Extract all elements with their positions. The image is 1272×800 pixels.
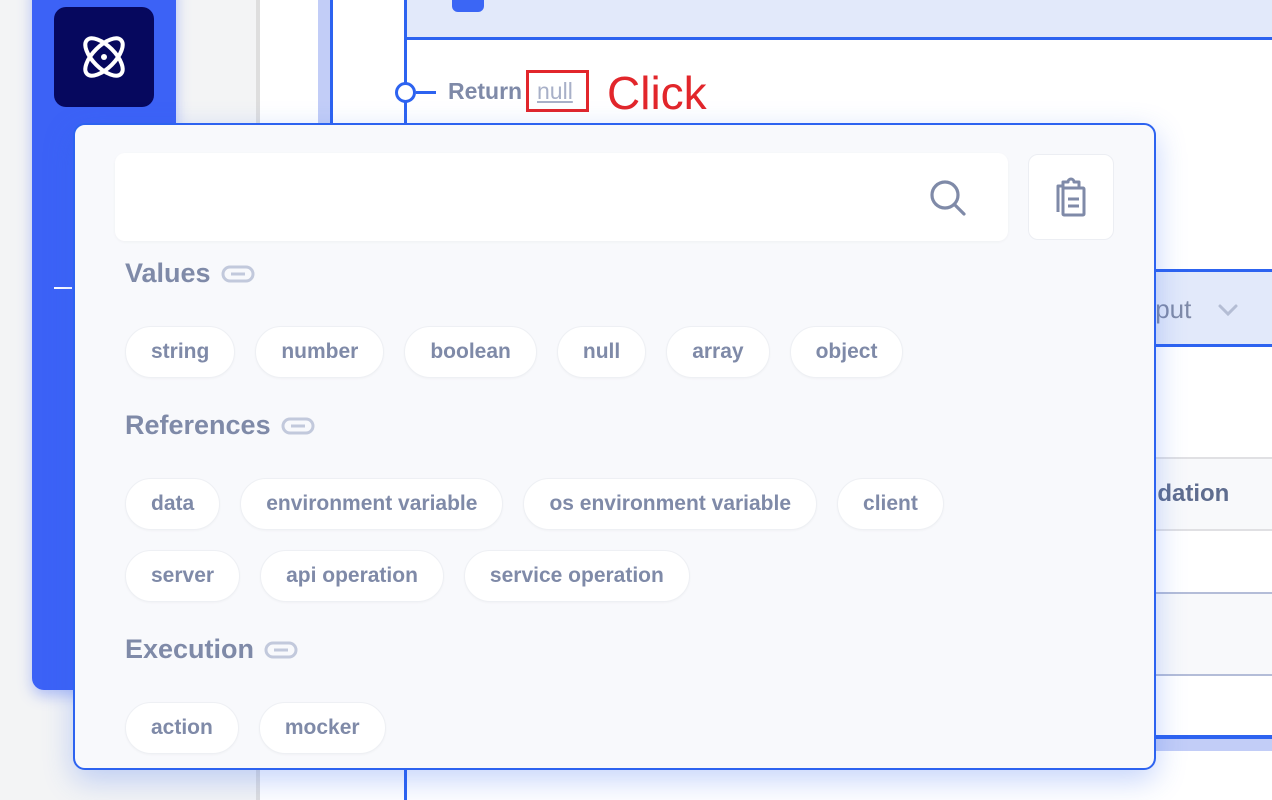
flow-node[interactable]: [395, 82, 416, 103]
sidebar-indicator: [54, 287, 72, 289]
atom-icon: [83, 36, 125, 78]
link-icon: [221, 265, 255, 282]
chip-mocker[interactable]: mocker: [258, 702, 386, 754]
chip-environment-variable[interactable]: environment variable: [240, 478, 504, 530]
value-type-popover: Values string number boolean null array …: [73, 123, 1156, 770]
return-label: Return: [448, 78, 523, 104]
click-annotation-box: [526, 70, 589, 112]
section-title-execution: Execution: [125, 634, 255, 664]
link-icon: [281, 417, 315, 434]
chip-number[interactable]: number: [255, 326, 385, 378]
search-icon[interactable]: [928, 178, 968, 223]
execution-chip-list: action mocker: [125, 702, 386, 754]
chip-api-operation[interactable]: api operation: [260, 550, 444, 602]
step-header: [406, 0, 1272, 40]
table-row: [1150, 594, 1272, 674]
flow-connector-branch: [416, 91, 436, 94]
app-logo[interactable]: [54, 7, 154, 107]
section-references: References: [125, 410, 315, 441]
chip-boolean[interactable]: boolean: [404, 326, 537, 378]
section-title-references: References: [125, 410, 271, 440]
values-chip-list: string number boolean null array object: [125, 326, 904, 378]
section-title-values: Values: [125, 258, 211, 288]
checkbox[interactable]: [452, 0, 484, 12]
row-divider: [1150, 592, 1272, 594]
chip-array[interactable]: array: [666, 326, 770, 378]
chip-object[interactable]: object: [789, 326, 904, 378]
chip-action[interactable]: action: [125, 702, 239, 754]
references-chip-list: data environment variable os environment…: [125, 478, 944, 530]
clipboard-icon: [1056, 177, 1086, 217]
chip-data[interactable]: data: [125, 478, 221, 530]
chip-string[interactable]: string: [125, 326, 236, 378]
search-input[interactable]: [115, 153, 915, 241]
table-header-validation: lidation: [1144, 480, 1230, 507]
references-chip-list-row2: server api operation service operation: [125, 550, 690, 602]
chip-server[interactable]: server: [125, 550, 241, 602]
chip-os-environment-variable[interactable]: os environment variable: [523, 478, 818, 530]
paste-button[interactable]: [1028, 154, 1114, 240]
chip-null[interactable]: null: [556, 326, 647, 378]
panel-bottom-border: [1150, 735, 1272, 751]
section-execution: Execution: [125, 634, 298, 665]
section-values: Values: [125, 258, 255, 289]
chip-service-operation[interactable]: service operation: [463, 550, 690, 602]
link-icon: [264, 641, 298, 658]
row-divider: [1150, 674, 1272, 676]
chevron-down-icon: [1216, 298, 1240, 327]
chip-client[interactable]: client: [837, 478, 944, 530]
click-annotation-label: Click: [607, 67, 707, 119]
search-box: [115, 153, 1008, 241]
